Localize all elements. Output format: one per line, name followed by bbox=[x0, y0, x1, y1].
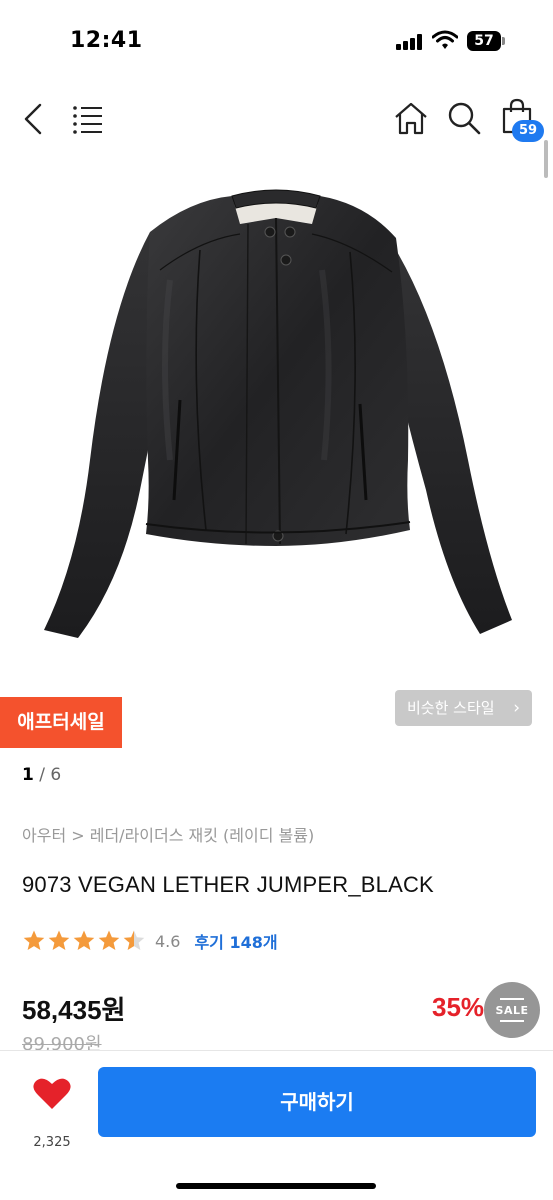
rating-row: 4.6 후기 148개 bbox=[22, 928, 278, 954]
status-time: 12:41 bbox=[70, 28, 143, 53]
buy-button[interactable]: 구매하기 bbox=[98, 1067, 536, 1137]
battery-level: 57 bbox=[467, 31, 501, 51]
similar-style-button[interactable]: 비슷한 스타일 › bbox=[395, 690, 532, 726]
product-image[interactable] bbox=[0, 160, 553, 690]
pager-separator: / bbox=[33, 765, 51, 785]
star-icon bbox=[98, 930, 120, 950]
rating-value: 4.6 bbox=[155, 931, 181, 951]
cellular-signal-icon bbox=[396, 34, 422, 50]
home-indicator bbox=[176, 1183, 376, 1189]
product-title: 9073 VEGAN LETHER JUMPER_BLACK bbox=[22, 872, 434, 897]
star-icon bbox=[73, 930, 95, 950]
bottom-action-bar: 2,325 구매하기 bbox=[0, 1050, 553, 1200]
heart-icon bbox=[33, 1078, 71, 1109]
similar-style-label: 비슷한 스타일 bbox=[407, 699, 495, 717]
pager-current: 1 bbox=[22, 765, 34, 785]
discount-rate: 35% bbox=[432, 992, 485, 1022]
breadcrumb[interactable]: 아우터 > 레더/라이더스 재킷 (레이디 볼륨) bbox=[22, 822, 314, 846]
cart-count-badge: 59 bbox=[512, 120, 544, 142]
menu-icon[interactable] bbox=[72, 104, 104, 134]
current-price: 58,435원 bbox=[22, 995, 126, 1025]
image-pager: 1 / 6 bbox=[22, 765, 61, 785]
wifi-icon bbox=[431, 30, 459, 50]
star-icon bbox=[48, 930, 70, 950]
review-count-link[interactable]: 후기 148개 bbox=[194, 929, 277, 953]
status-bar: 12:41 57 bbox=[0, 0, 553, 80]
sale-fab-label: SALE bbox=[495, 1004, 529, 1017]
like-count: 2,325 bbox=[33, 1135, 71, 1150]
battery-icon: 57 bbox=[467, 31, 505, 51]
star-icon bbox=[23, 930, 45, 950]
top-nav-bar bbox=[0, 80, 553, 160]
rating-stars bbox=[22, 929, 147, 953]
back-icon[interactable] bbox=[20, 102, 48, 136]
chevron-right-icon: › bbox=[513, 698, 520, 718]
after-sale-tag: 애프터세일 bbox=[0, 697, 122, 748]
star-icon bbox=[123, 930, 145, 950]
search-icon[interactable] bbox=[446, 100, 482, 136]
pager-total: 6 bbox=[50, 765, 62, 785]
sale-floating-button[interactable]: SALE bbox=[484, 982, 540, 1038]
home-icon[interactable] bbox=[393, 100, 429, 136]
like-button[interactable]: 2,325 bbox=[22, 1075, 82, 1150]
